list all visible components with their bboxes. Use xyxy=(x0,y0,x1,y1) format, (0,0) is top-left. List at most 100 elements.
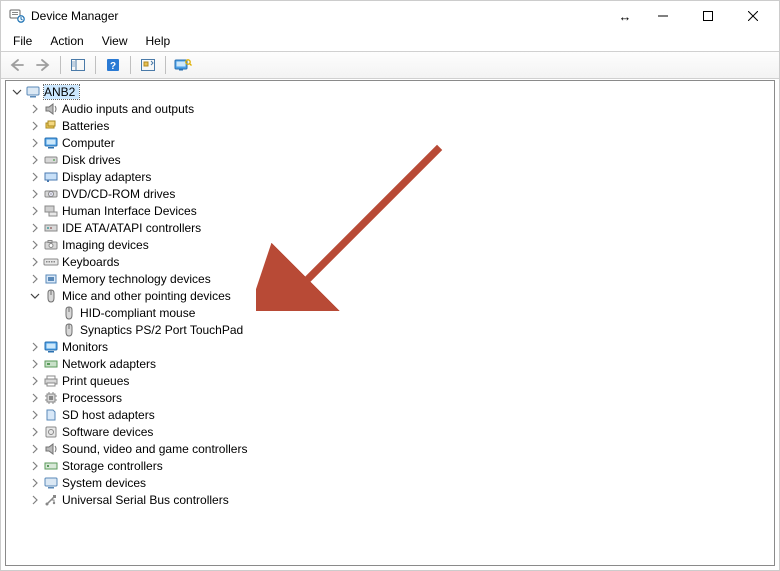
tree-cat-usb[interactable]: Universal Serial Bus controllers xyxy=(6,491,774,508)
tree-cat-ide[interactable]: IDE ATA/ATAPI controllers xyxy=(6,219,774,236)
device-tree[interactable]: ANB2 Audio inputs and outputs Batteries … xyxy=(5,80,775,566)
expand-toggle[interactable] xyxy=(28,170,42,184)
tree-label: Human Interface Devices xyxy=(62,204,201,218)
app-icon xyxy=(9,8,25,24)
tree-cat-computer[interactable]: Computer xyxy=(6,134,774,151)
tree-label: SD host adapters xyxy=(62,408,159,422)
menu-help[interactable]: Help xyxy=(138,32,179,50)
tree-cat-dvd[interactable]: DVD/CD-ROM drives xyxy=(6,185,774,202)
expand-toggle[interactable] xyxy=(28,289,42,303)
tree-label: Print queues xyxy=(62,374,133,388)
sd-icon xyxy=(43,407,59,423)
hid-icon xyxy=(43,203,59,219)
expand-toggle[interactable] xyxy=(28,136,42,150)
cpu-icon xyxy=(43,390,59,406)
tree-label: Computer xyxy=(62,136,119,150)
tree-label: Display adapters xyxy=(62,170,155,184)
expand-toggle[interactable] xyxy=(28,408,42,422)
expand-toggle[interactable] xyxy=(28,493,42,507)
tree-cat-monitors[interactable]: Monitors xyxy=(6,338,774,355)
tree-label: Monitors xyxy=(62,340,112,354)
help-button[interactable]: ? xyxy=(101,54,125,76)
memory-icon xyxy=(43,271,59,287)
speaker-icon xyxy=(43,101,59,117)
toolbar-separator xyxy=(130,56,131,74)
scan-hardware-button[interactable] xyxy=(136,54,160,76)
expand-toggle[interactable] xyxy=(28,153,42,167)
network-icon xyxy=(43,356,59,372)
toolbar-separator xyxy=(165,56,166,74)
tree-cat-system[interactable]: System devices xyxy=(6,474,774,491)
tree-cat-processors[interactable]: Processors xyxy=(6,389,774,406)
camera-icon xyxy=(43,237,59,253)
tree-cat-batteries[interactable]: Batteries xyxy=(6,117,774,134)
resize-horizontal-icon: ↔ xyxy=(610,9,640,24)
tree-label: Disk drives xyxy=(62,153,125,167)
tree-cat-keyboards[interactable]: Keyboards xyxy=(6,253,774,270)
tree-label: Processors xyxy=(62,391,126,405)
menu-view[interactable]: View xyxy=(94,32,136,50)
tree-label: Sound, video and game controllers xyxy=(62,442,251,456)
expand-toggle[interactable] xyxy=(28,187,42,201)
tree-label: Memory technology devices xyxy=(62,272,215,286)
expand-toggle[interactable] xyxy=(28,119,42,133)
tree-cat-memtech[interactable]: Memory technology devices xyxy=(6,270,774,287)
tree-cat-mice[interactable]: Mice and other pointing devices xyxy=(6,287,774,304)
expand-toggle[interactable] xyxy=(28,238,42,252)
tree-label: Imaging devices xyxy=(62,238,153,252)
show-hide-tree-button[interactable] xyxy=(66,54,90,76)
maximize-button[interactable] xyxy=(685,2,730,30)
properties-button[interactable] xyxy=(171,54,195,76)
tree-cat-storage[interactable]: Storage controllers xyxy=(6,457,774,474)
expand-toggle[interactable] xyxy=(28,391,42,405)
tree-label: HID-compliant mouse xyxy=(80,306,199,320)
expand-toggle[interactable] xyxy=(28,340,42,354)
tree-cat-disk[interactable]: Disk drives xyxy=(6,151,774,168)
expand-toggle[interactable] xyxy=(28,374,42,388)
tree-device-hid-mouse[interactable]: HID-compliant mouse xyxy=(6,304,774,321)
keyboard-icon xyxy=(43,254,59,270)
tree-device-synaptics[interactable]: Synaptics PS/2 Port TouchPad xyxy=(6,321,774,338)
tree-label: Universal Serial Bus controllers xyxy=(62,493,233,507)
tree-label: Synaptics PS/2 Port TouchPad xyxy=(80,323,247,337)
tree-cat-printq[interactable]: Print queues xyxy=(6,372,774,389)
mouse-icon xyxy=(61,322,77,338)
tree-cat-imaging[interactable]: Imaging devices xyxy=(6,236,774,253)
expand-toggle[interactable] xyxy=(28,221,42,235)
minimize-button[interactable] xyxy=(640,2,685,30)
tree-cat-sdhost[interactable]: SD host adapters xyxy=(6,406,774,423)
expand-toggle[interactable] xyxy=(28,255,42,269)
tree-cat-hid[interactable]: Human Interface Devices xyxy=(6,202,774,219)
back-button[interactable] xyxy=(5,54,29,76)
window-title: Device Manager xyxy=(31,9,118,23)
tree-cat-network[interactable]: Network adapters xyxy=(6,355,774,372)
expand-toggle[interactable] xyxy=(28,425,42,439)
expand-toggle[interactable] xyxy=(28,442,42,456)
expand-toggle[interactable] xyxy=(28,476,42,490)
menu-file[interactable]: File xyxy=(5,32,40,50)
expand-toggle[interactable] xyxy=(28,459,42,473)
tree-label: Software devices xyxy=(62,425,157,439)
software-icon xyxy=(43,424,59,440)
expand-toggle[interactable] xyxy=(28,357,42,371)
close-button[interactable] xyxy=(730,2,775,30)
tree-root[interactable]: ANB2 xyxy=(6,83,774,100)
tree-label: Keyboards xyxy=(62,255,123,269)
toolbar: ? xyxy=(1,51,779,79)
expand-toggle[interactable] xyxy=(28,204,42,218)
mouse-icon xyxy=(43,288,59,304)
tree-cat-software[interactable]: Software devices xyxy=(6,423,774,440)
forward-button[interactable] xyxy=(31,54,55,76)
expand-toggle[interactable] xyxy=(10,85,24,99)
tree-cat-display[interactable]: Display adapters xyxy=(6,168,774,185)
expand-toggle[interactable] xyxy=(28,272,42,286)
tree-cat-audio[interactable]: Audio inputs and outputs xyxy=(6,100,774,117)
toolbar-separator xyxy=(60,56,61,74)
menu-action[interactable]: Action xyxy=(42,32,91,50)
tree-label: Mice and other pointing devices xyxy=(62,289,235,303)
tree-cat-sound[interactable]: Sound, video and game controllers xyxy=(6,440,774,457)
disc-icon xyxy=(43,186,59,202)
speaker-icon xyxy=(43,441,59,457)
tree-label: Network adapters xyxy=(62,357,160,371)
expand-toggle[interactable] xyxy=(28,102,42,116)
